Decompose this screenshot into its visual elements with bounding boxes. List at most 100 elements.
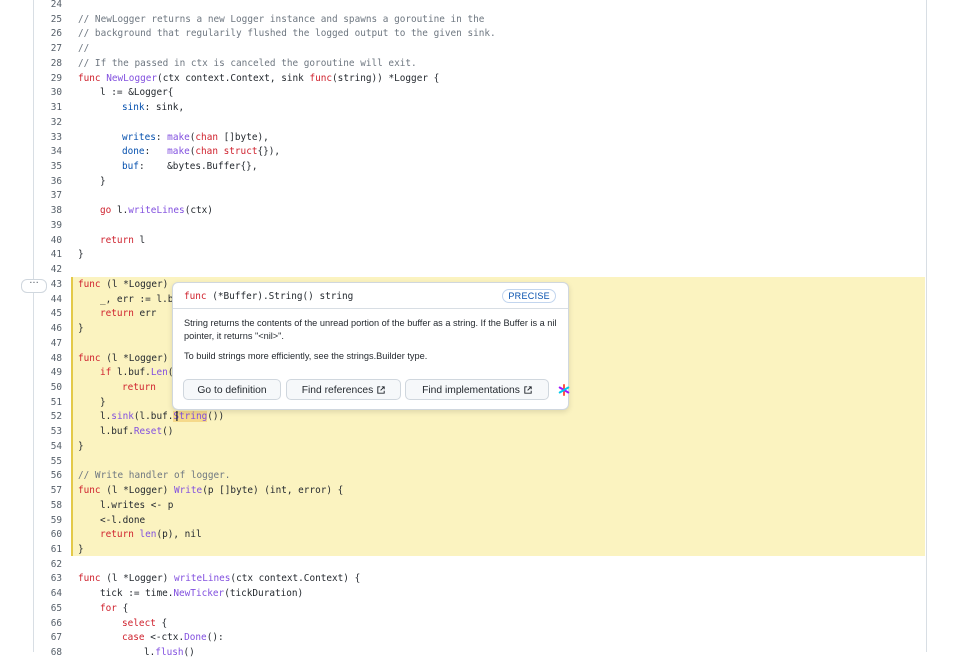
code-text: tick := time.NewTicker(tickDuration) — [78, 587, 303, 602]
line-number[interactable]: 49 — [34, 366, 62, 381]
code-line: 27 // — [0, 42, 925, 57]
go-to-definition-button[interactable]: Go to definition — [183, 379, 281, 400]
code-text: } — [78, 175, 106, 190]
code-token: <-l.done — [100, 514, 146, 526]
line-number[interactable]: 47 — [34, 337, 62, 352]
hover-tooltip: func (*Buffer).String() string PRECISE S… — [172, 282, 570, 410]
line-number[interactable]: 50 — [34, 381, 62, 396]
code-token: tick := time. — [100, 588, 174, 600]
code-token: flush — [155, 647, 184, 659]
code-line: 26 // background that regularily flushed … — [0, 27, 925, 42]
code-text: } — [78, 248, 84, 263]
code-line: 57 func (l *Logger) Write(p []byte) (int,… — [0, 484, 925, 499]
code-text: } — [78, 440, 84, 455]
find-references-button[interactable]: Find references — [286, 379, 401, 400]
code-token: sink — [111, 411, 134, 423]
line-number[interactable]: 66 — [34, 617, 62, 632]
line-number[interactable]: 64 — [34, 587, 62, 602]
line-number[interactable]: 55 — [34, 455, 62, 470]
code-text: l := &Logger{ — [78, 86, 173, 101]
code-token: Len — [150, 367, 168, 379]
line-number[interactable]: 25 — [34, 13, 62, 28]
code-token: select — [122, 617, 162, 629]
code-text: // background that regularily flushed th… — [78, 27, 496, 42]
line-number[interactable]: 52 — [34, 410, 62, 425]
line-number[interactable]: 53 — [34, 425, 62, 440]
line-number[interactable]: 28 — [34, 57, 62, 72]
code-token: } — [78, 323, 84, 335]
signature-keyword: func — [184, 291, 207, 302]
code-token: l.buf. — [100, 426, 134, 438]
line-number[interactable]: 30 — [34, 86, 62, 101]
code-token: sink — [122, 102, 145, 114]
line-number[interactable]: 54 — [34, 440, 62, 455]
code-token: return — [100, 234, 140, 246]
code-token: len — [139, 529, 157, 541]
line-number[interactable]: 31 — [34, 101, 62, 116]
code-text: func (l *Logger) writeLines(ctx context.… — [78, 572, 360, 587]
sourcegraph-logo-icon[interactable] — [558, 384, 570, 396]
line-number[interactable]: 61 — [34, 543, 62, 558]
line-number[interactable]: 51 — [34, 396, 62, 411]
code-text: for { — [78, 602, 128, 617]
external-link-icon — [377, 386, 385, 394]
line-number[interactable]: 29 — [34, 72, 62, 87]
line-number[interactable]: 62 — [34, 558, 62, 573]
line-number[interactable]: 26 — [34, 27, 62, 42]
line-number[interactable]: 38 — [34, 204, 62, 219]
code-text: l.flush() — [78, 646, 195, 661]
code-text: writes: make(chan []byte), — [78, 131, 269, 146]
code-token: for — [100, 602, 123, 614]
line-number[interactable]: 58 — [34, 499, 62, 514]
code-token: } — [78, 249, 84, 261]
line-number[interactable]: 27 — [34, 42, 62, 57]
code-text: func (l *Logger) — [78, 352, 168, 367]
line-number[interactable]: 45 — [34, 307, 62, 322]
line-number[interactable]: 33 — [34, 131, 62, 146]
code-token: } — [100, 175, 106, 187]
find-implementations-button[interactable]: Find implementations — [405, 379, 549, 400]
line-number[interactable]: 34 — [34, 145, 62, 160]
code-line: 36} — [0, 175, 925, 190]
line-number[interactable]: 35 — [34, 160, 62, 175]
code-token: if — [100, 367, 117, 379]
line-number[interactable]: 48 — [34, 352, 62, 367]
code-line: 55 — [0, 455, 925, 470]
line-number[interactable]: 59 — [34, 514, 62, 529]
code-token: () — [162, 426, 174, 438]
line-number[interactable]: 24 — [34, 0, 62, 13]
line-number[interactable]: 57 — [34, 484, 62, 499]
code-line: 58 l.writes <- p — [0, 499, 925, 514]
code-text: done: make(chan struct{}), — [78, 145, 280, 160]
line-number[interactable]: 39 — [34, 219, 62, 234]
line-number[interactable]: 65 — [34, 602, 62, 617]
line-number[interactable]: 40 — [34, 234, 62, 249]
line-number[interactable]: 41 — [34, 248, 62, 263]
code-token: NewLogger — [106, 72, 158, 84]
code-token: (ctx) — [184, 205, 213, 217]
code-text: select { — [78, 617, 167, 632]
expand-lines-button[interactable]: ··· — [21, 279, 47, 293]
line-number[interactable]: 63 — [34, 572, 62, 587]
code-line: 62 — [0, 558, 925, 573]
code-token: NewTicker — [173, 588, 225, 600]
code-token: l. — [144, 647, 156, 659]
line-number[interactable]: 36 — [34, 175, 62, 190]
line-number[interactable]: 67 — [34, 631, 62, 646]
code-text: sink: sink, — [78, 101, 184, 116]
line-number[interactable]: 46 — [34, 322, 62, 337]
code-token: return — [100, 529, 140, 541]
line-number[interactable]: 68 — [34, 646, 62, 661]
code-token: (tickDuration) — [224, 588, 304, 600]
line-number[interactable]: 37 — [34, 189, 62, 204]
code-token: { — [122, 602, 129, 614]
code-line: 56 // Write handler of logger. — [0, 469, 925, 484]
line-number[interactable]: 32 — [34, 116, 62, 131]
line-number[interactable]: 42 — [34, 263, 62, 278]
code-text: return l — [78, 234, 145, 249]
line-number[interactable]: 56 — [34, 469, 62, 484]
code-text: } — [78, 322, 84, 337]
code-text: } — [78, 543, 84, 558]
line-number[interactable]: 60 — [34, 528, 62, 543]
line-number[interactable]: 44 — [34, 293, 62, 308]
